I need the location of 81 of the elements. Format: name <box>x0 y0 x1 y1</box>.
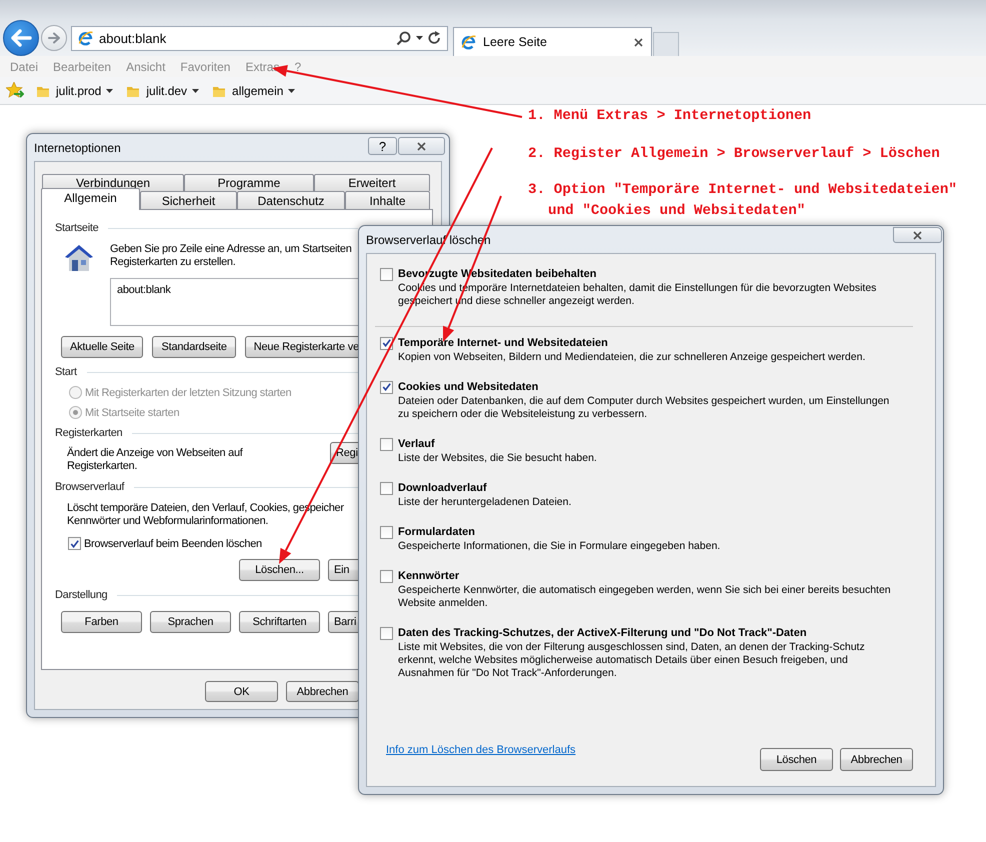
caret-icon <box>288 88 296 92</box>
description-text: Geben Sie pro Zeile eine Adresse an, um Startseiten Registerkarten zu erstellen. <box>110 243 352 269</box>
description-text: Gespeicherte Kennwörter, die automatisch eingegeben werden, wenn Sie sich bei einer bereits besuchten Website anmelden. <box>397 584 892 610</box>
back-button[interactable] <box>3 20 39 56</box>
description-text: Liste der heruntergeladenen Dateien. <box>397 496 572 509</box>
tab[interactable]: Inhalte <box>345 191 430 209</box>
description-text: Liste mit Websites, die von der Filterung ausgeschlossen sind, Daten, an denen der Tracking-Schutz erkennt, welche Websites möglicherweise automatisch Details über einen Besuch freigeben, und Ausnahmen für "Do Not Track"-Anforderungen. <box>397 641 866 680</box>
dialog-button[interactable]: Ein <box>328 559 358 581</box>
annotation-text: 1. Menü Extras > Internetoptionen <box>528 107 812 126</box>
checkbox[interactable] <box>380 268 393 280</box>
checkbox-label: Downloadverlauf <box>398 482 487 494</box>
search-icon[interactable] <box>396 30 411 46</box>
radio-label: Mit Registerkarten der letzten Sitzung starten <box>85 386 292 398</box>
section-heading: Start <box>55 366 77 378</box>
description-text: Ändert die Anzeige von Webseiten auf Registerkarten. <box>67 446 244 473</box>
checkbox-label: Cookies und Websitedaten <box>398 381 538 393</box>
dialog-button[interactable]: Abbrechen <box>286 681 359 702</box>
dialog-button[interactable]: Sprachen <box>150 611 231 633</box>
description-text: Liste der Websites, die Sie besucht haben. <box>397 452 598 465</box>
description-text: Dateien oder Datenbanken, die auf dem Computer durch Websites gespeichert wurden, um Einstellungen zu speichern oder die Websiteleistung zu verbessern. <box>397 395 890 421</box>
checkbox-label: Browserverlauf beim Beenden löschen <box>84 538 262 550</box>
help-link[interactable]: Info zum Löschen des Browserverlaufs <box>386 744 576 756</box>
dialog-button[interactable]: Abbrechen <box>840 748 913 771</box>
tab[interactable]: Datenschutz <box>237 191 345 209</box>
radio-label: Mit Startseite starten <box>85 406 180 418</box>
favorites-folder[interactable]: julit.dev <box>126 84 200 98</box>
favorites-folder[interactable]: julit.prod <box>36 84 114 98</box>
close-icon[interactable] <box>633 36 644 48</box>
dialog-button[interactable]: Aktuelle Seite <box>61 336 144 358</box>
dialog-button[interactable]: OK <box>205 681 278 702</box>
dialog-button[interactable]: Schriftarten <box>239 611 320 633</box>
checkbox[interactable] <box>380 626 393 640</box>
text-field[interactable]: about:blank <box>110 278 358 326</box>
browser-logo-icon <box>78 30 94 46</box>
checkbox-label: Daten des Tracking-Schutzes, der ActiveX-Filterung und "Do Not Track"-Daten <box>398 627 807 639</box>
close-icon <box>416 140 427 152</box>
section-heading: Startseite <box>55 222 98 234</box>
caret-icon <box>192 88 200 92</box>
tab[interactable]: Allgemein <box>41 188 140 210</box>
description-text: Gespeicherte Informationen, die Sie in Formulare eingegeben haben. <box>397 540 722 553</box>
checkbox[interactable] <box>68 537 81 550</box>
caret-icon[interactable] <box>416 36 423 40</box>
checkbox-label: Formulardaten <box>398 526 476 538</box>
section-heading: Registerkarten <box>55 427 122 439</box>
close-button[interactable] <box>398 137 445 155</box>
checkbox[interactable] <box>380 438 393 450</box>
house-icon <box>64 243 94 273</box>
close-icon <box>912 230 923 240</box>
checkbox-label: Kennwörter <box>398 570 460 582</box>
checkbox[interactable] <box>380 526 393 538</box>
annotation-text: 2. Register Allgemein > Browserverlauf > Löschen <box>528 145 940 164</box>
section-heading: Browserverlauf <box>55 481 124 493</box>
dialog-button[interactable]: Löschen... <box>239 559 320 581</box>
checkbox[interactable] <box>380 570 393 582</box>
dialog-button[interactable]: Barri <box>328 611 358 633</box>
tab[interactable]: Programme <box>184 174 314 191</box>
checkbox[interactable] <box>380 380 393 394</box>
annotation-text: 3. Option "Temporäre Internet- und Websitedateien" und "Cookies und Websitedaten" <box>528 181 957 221</box>
checkbox[interactable] <box>380 482 393 494</box>
address-bar[interactable]: about:blank <box>71 26 448 50</box>
dialog-button[interactable]: Standardseite <box>152 336 236 358</box>
caret-icon <box>106 88 114 92</box>
checkbox-label: Temporäre Internet- und Websitedateien <box>398 337 608 349</box>
browser-logo-icon <box>461 34 477 50</box>
dialog-button[interactable]: Farben <box>61 611 142 633</box>
window-title: Internetoptionen <box>34 140 121 154</box>
description-text: Kopien von Webseiten, Bildern und Mediendateien, die zur schnelleren Anzeige gespeichert werden. <box>397 351 866 364</box>
close-button[interactable] <box>893 227 942 243</box>
help-button[interactable]: ? <box>368 137 397 155</box>
arrow-icon <box>47 32 61 44</box>
dialog-button[interactable]: Löschen <box>760 748 833 771</box>
refresh-icon[interactable] <box>428 31 441 45</box>
favorites-folder[interactable]: allgemein <box>212 84 296 98</box>
checkbox-label: Verlauf <box>398 438 435 450</box>
tab[interactable]: Sicherheit <box>140 191 237 209</box>
forward-button[interactable] <box>41 25 67 51</box>
tab[interactable]: Erweitert <box>314 174 430 191</box>
arrow-icon <box>10 29 32 47</box>
star-icon[interactable] <box>6 82 24 99</box>
browser-tab[interactable]: Leere Seite <box>453 27 652 56</box>
section-heading: Darstellung <box>55 589 108 601</box>
